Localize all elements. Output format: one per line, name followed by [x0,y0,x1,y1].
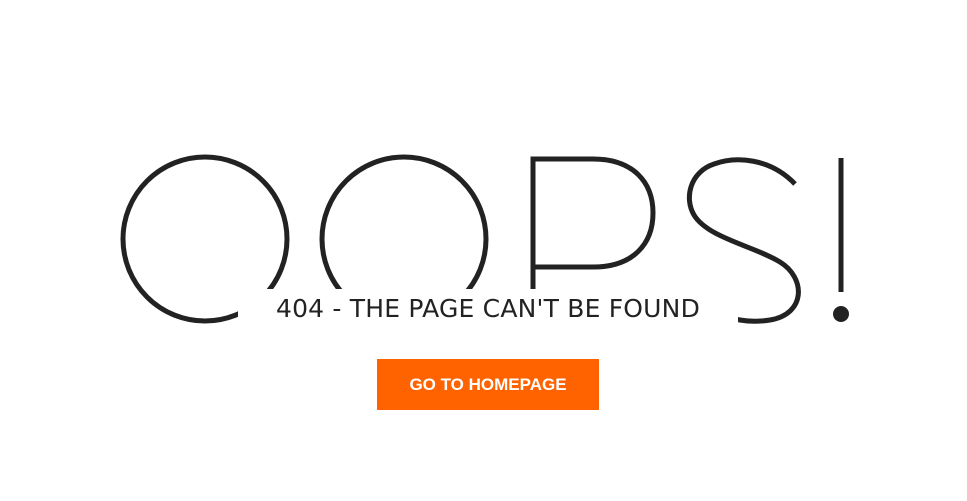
not-found-container: 404 - THE PAGE CAN'T BE FOUND GO TO HOME… [0,0,967,501]
oops-exclamation-dot [833,306,849,322]
not-found-page: 404 - THE PAGE CAN'T BE FOUND GO TO HOME… [0,0,967,501]
go-to-homepage-button[interactable]: GO TO HOMEPAGE [377,359,599,410]
oops-heading [120,154,849,324]
error-subtitle: 404 - THE PAGE CAN'T BE FOUND [238,289,738,329]
